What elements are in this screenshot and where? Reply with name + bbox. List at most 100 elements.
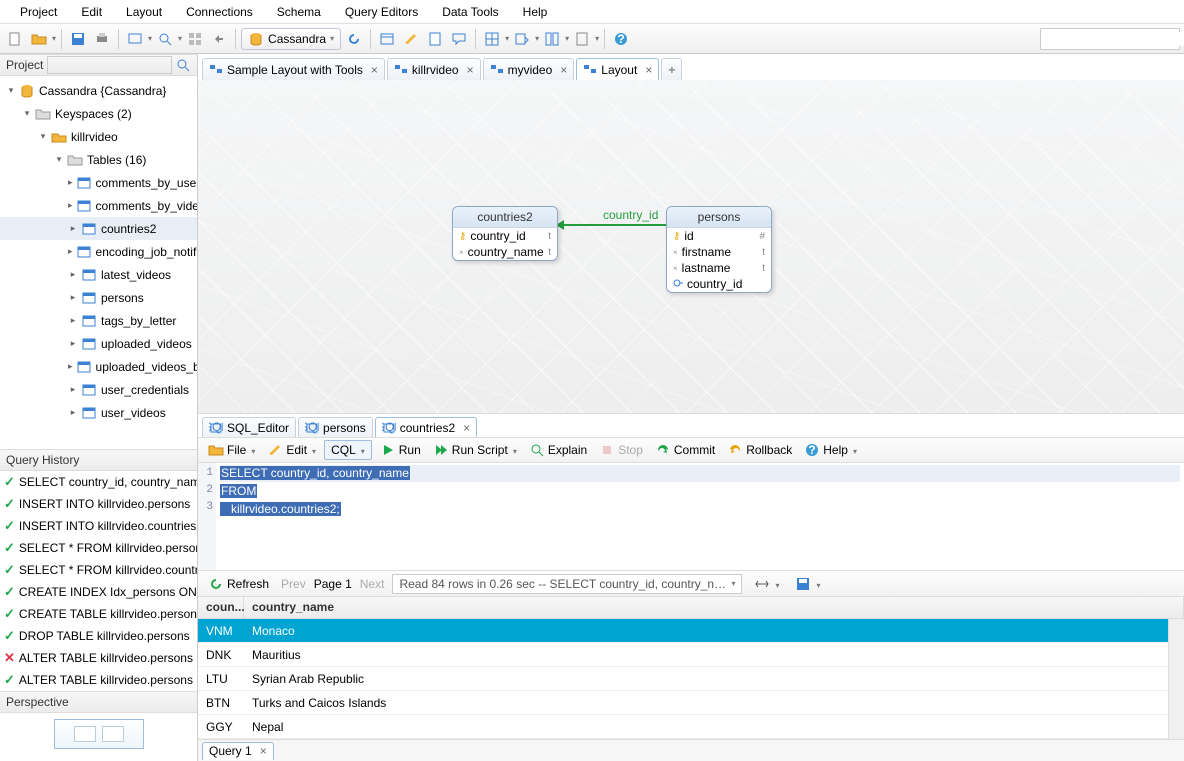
entity-persons[interactable]: persons ⚷id#×firstnamet×lastnametcountry… <box>666 206 772 293</box>
entity-column[interactable]: ×lastnamet <box>667 260 771 276</box>
close-icon[interactable]: × <box>467 63 474 77</box>
history-item[interactable]: ✓INSERT INTO killrvideo.persons <box>0 493 197 515</box>
file-button[interactable]: File <box>204 440 259 460</box>
history-item[interactable]: ✓SELECT country_id, country_name FROM <box>0 471 197 493</box>
close-icon[interactable]: × <box>560 63 567 77</box>
menu-help[interactable]: Help <box>511 5 560 19</box>
compare-icon[interactable] <box>541 28 563 50</box>
close-icon[interactable]: × <box>463 421 470 435</box>
tree-table-item[interactable]: comments_by_video <box>0 194 197 217</box>
er-diagram-canvas[interactable]: country_id countries2 ⚷country_idt×count… <box>198 80 1184 413</box>
tree-keyspaces[interactable]: Keyspaces (2) <box>0 102 197 125</box>
cql-button[interactable]: CQL <box>324 440 372 460</box>
menu-connections[interactable]: Connections <box>174 5 265 19</box>
col-country-name[interactable]: country_name <box>244 597 1184 618</box>
tree-table-item[interactable]: uploaded_videos_by_jobid <box>0 355 197 378</box>
sql-editor[interactable]: 123 SELECT country_id, country_name FROM… <box>198 463 1184 571</box>
layout-tab[interactable]: myvideo× <box>483 58 575 80</box>
tree-tables-folder[interactable]: Tables (16) <box>0 148 197 171</box>
menu-edit[interactable]: Edit <box>69 5 114 19</box>
fit-columns-icon[interactable] <box>750 574 783 594</box>
editor-code[interactable]: SELECT country_id, country_name FROM kil… <box>216 463 1184 570</box>
entity-countries2[interactable]: countries2 ⚷country_idt×country_namet <box>452 206 558 261</box>
editor-tab[interactable]: SQLcountries2× <box>375 417 477 437</box>
history-item[interactable]: ✓CREATE INDEX Idx_persons ON <box>0 581 197 603</box>
help-icon[interactable]: ? <box>610 28 632 50</box>
layout-tab[interactable]: killrvideo× <box>387 58 481 80</box>
rollback-button[interactable]: Rollback <box>723 440 796 460</box>
menu-project[interactable]: Project <box>8 5 69 19</box>
generate-icon[interactable] <box>571 28 593 50</box>
menu-query-editors[interactable]: Query Editors <box>333 5 430 19</box>
tree-table-item[interactable]: comments_by_user <box>0 171 197 194</box>
project-search[interactable] <box>47 56 172 74</box>
perspective-thumb[interactable] <box>54 719 144 749</box>
vertical-scrollbar[interactable] <box>1168 619 1184 739</box>
history-item[interactable]: ✓SELECT * FROM killrvideo.countries2 <box>0 559 197 581</box>
zoom-fit-icon[interactable] <box>124 28 146 50</box>
tree-table-item[interactable]: countries2 <box>0 217 197 240</box>
tree-connection[interactable]: Cassandra {Cassandra} <box>0 79 197 102</box>
tree-table-item[interactable]: uploaded_videos <box>0 332 197 355</box>
history-item[interactable]: ✓DROP TABLE killrvideo.persons <box>0 625 197 647</box>
menu-schema[interactable]: Schema <box>265 5 333 19</box>
grid1-icon[interactable] <box>481 28 503 50</box>
history-item[interactable]: ✓SELECT * FROM killrvideo.persons <box>0 537 197 559</box>
history-item[interactable]: ✕ALTER TABLE killrvideo.persons <box>0 647 197 669</box>
layout-thumb-icon[interactable] <box>184 28 206 50</box>
comment-icon[interactable] <box>448 28 470 50</box>
run-script-button[interactable]: Run Script <box>429 440 521 460</box>
export-icon[interactable] <box>511 28 533 50</box>
editor-tab[interactable]: SQLSQL_Editor <box>202 417 296 437</box>
tree-table-item[interactable]: user_credentials <box>0 378 197 401</box>
entity-column[interactable]: ×firstnamet <box>667 244 771 260</box>
menu-data-tools[interactable]: Data Tools <box>430 5 510 19</box>
results-grid[interactable]: VNMMonacoDNKMauritiusLTUSyrian Arab Repu… <box>198 619 1184 739</box>
table-icon[interactable] <box>376 28 398 50</box>
edit-button[interactable]: Edit <box>263 440 320 460</box>
tree-keyspace-killrvideo[interactable]: killrvideo <box>0 125 197 148</box>
history-item[interactable]: ✓CREATE TABLE killrvideo.persons <box>0 603 197 625</box>
global-search-input[interactable] <box>1041 32 1184 46</box>
entity-column[interactable]: country_id <box>667 276 771 292</box>
script-icon[interactable] <box>424 28 446 50</box>
save-results-icon[interactable] <box>791 574 824 594</box>
help-button[interactable]: ?Help <box>800 440 861 460</box>
tree-table-item[interactable]: tags_by_letter <box>0 309 197 332</box>
run-button[interactable]: Run <box>376 440 425 460</box>
result-tab[interactable]: Query 1× <box>202 742 274 760</box>
new-icon[interactable] <box>4 28 26 50</box>
entity-column[interactable]: ⚷id# <box>667 228 771 244</box>
tree-table-item[interactable]: user_videos <box>0 401 197 424</box>
connection-dropdown[interactable]: Cassandra ▾ <box>241 28 341 50</box>
table-row[interactable]: GGYNepal <box>198 715 1184 739</box>
refresh-icon[interactable] <box>343 28 365 50</box>
col-country-id[interactable]: coun... <box>198 597 244 618</box>
tree-table-item[interactable]: latest_videos <box>0 263 197 286</box>
print-icon[interactable] <box>91 28 113 50</box>
add-tab-button[interactable]: + <box>661 58 682 80</box>
entity-column[interactable]: ⚷country_idt <box>453 228 557 244</box>
layout-tab[interactable]: Layout× <box>576 58 659 80</box>
close-icon[interactable]: × <box>371 63 378 77</box>
editor-tab[interactable]: SQLpersons <box>298 417 373 437</box>
table-row[interactable]: LTUSyrian Arab Republic <box>198 667 1184 691</box>
tree-table-item[interactable]: persons <box>0 286 197 309</box>
table-row[interactable]: DNKMauritius <box>198 643 1184 667</box>
zoom-in-icon[interactable] <box>154 28 176 50</box>
explain-button[interactable]: Explain <box>525 440 591 460</box>
global-search[interactable] <box>1040 28 1180 50</box>
close-icon[interactable]: × <box>645 63 652 77</box>
refresh-results-button[interactable]: Refresh <box>204 574 273 594</box>
save-icon[interactable] <box>67 28 89 50</box>
entity-column[interactable]: ×country_namet <box>453 244 557 260</box>
open-icon[interactable] <box>28 28 50 50</box>
close-icon[interactable]: × <box>260 744 267 758</box>
tree-table-item[interactable]: encoding_job_notifications <box>0 240 197 263</box>
menu-layout[interactable]: Layout <box>114 5 174 19</box>
layout-tab[interactable]: Sample Layout with Tools× <box>202 58 385 80</box>
history-item[interactable]: ✓INSERT INTO killrvideo.countries2 <box>0 515 197 537</box>
history-item[interactable]: ✓ALTER TABLE killrvideo.persons <box>0 669 197 691</box>
table-row[interactable]: VNMMonaco <box>198 619 1184 643</box>
search-icon[interactable] <box>175 57 191 73</box>
